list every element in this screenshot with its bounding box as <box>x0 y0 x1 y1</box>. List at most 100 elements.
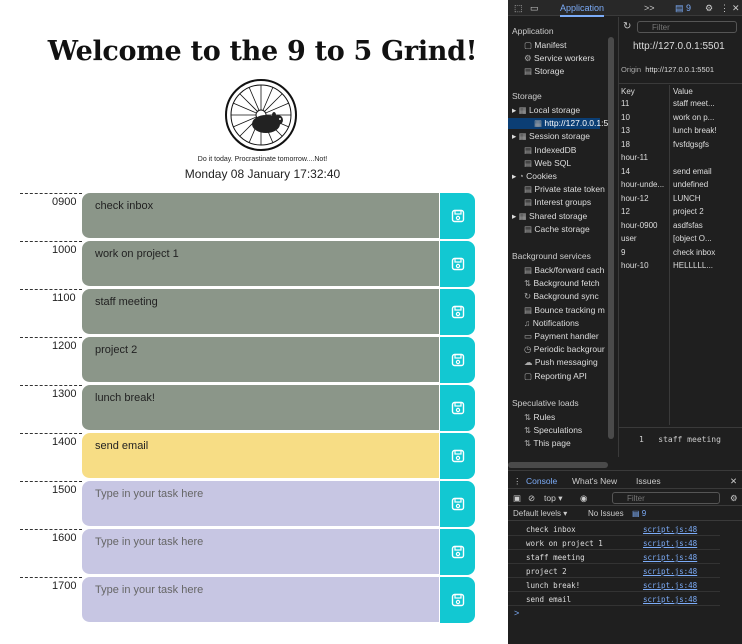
sidebar-item-cache-storage[interactable]: ▤ Cache storage <box>524 224 590 235</box>
save-button[interactable] <box>440 481 475 527</box>
settings-gear-icon[interactable]: ⚙ <box>705 3 713 14</box>
live-expression-eye-icon[interactable]: ◉ <box>580 493 587 504</box>
task-textarea[interactable]: Type in your task here <box>82 481 439 527</box>
save-button[interactable] <box>440 433 475 479</box>
storage-value-cell[interactable]: staff meet... <box>673 99 741 108</box>
storage-value-cell[interactable]: fvsfdgsgfs <box>673 140 741 149</box>
storage-key-cell[interactable]: 11 <box>621 99 667 108</box>
sidebar-item-bounce-tracking[interactable]: ▤ Bounce tracking m <box>524 305 605 316</box>
storage-key-cell[interactable]: hour-12 <box>621 194 667 203</box>
storage-key-cell[interactable]: hour-11 <box>621 153 667 162</box>
sidebar-item-cookies[interactable]: ▸ ◔ Cookies <box>512 171 557 182</box>
storage-value-cell[interactable]: HELLLLL... <box>673 261 741 270</box>
sidebar-item-web-sql[interactable]: ▤ Web SQL <box>524 158 571 169</box>
sidebar-item-background-sync[interactable]: ↻ Background sync <box>524 291 599 302</box>
storage-key-cell[interactable]: user <box>621 234 667 243</box>
task-textarea[interactable]: staff meeting <box>82 289 439 335</box>
refresh-icon[interactable]: ↻ <box>623 21 631 32</box>
log-source-link[interactable]: script.js:48 <box>643 567 697 576</box>
tab-whats-new[interactable]: What's New <box>572 476 617 486</box>
sidebar-item-session-storage[interactable]: ▸ ▦ Session storage <box>512 131 590 142</box>
sidebar-item-private-state-tokens[interactable]: ▤ Private state token <box>524 184 605 195</box>
storage-value-cell[interactable]: lunch break! <box>673 126 741 135</box>
storage-key-cell[interactable]: hour-0900 <box>621 221 667 230</box>
sidebar-item-interest-groups[interactable]: ▤ Interest groups <box>524 197 591 208</box>
close-drawer-icon[interactable]: ✕ <box>730 476 737 487</box>
log-source-link[interactable]: script.js:48 <box>643 581 697 590</box>
task-textarea[interactable]: Type in your task here <box>82 529 439 575</box>
storage-value-cell[interactable]: undefined <box>673 180 741 189</box>
tab-issues[interactable]: Issues <box>636 476 661 486</box>
clear-console-icon[interactable]: ⊘ <box>528 493 535 504</box>
key-column-header[interactable]: Key <box>621 87 635 96</box>
sidebar-item-background-fetch[interactable]: ⇅ Background fetch <box>524 278 600 289</box>
storage-key-cell[interactable]: 14 <box>621 167 667 176</box>
sidebar-item-notifications[interactable]: ♫ Notifications <box>524 318 579 328</box>
expand-arrow-icon[interactable]: ▸ <box>512 131 519 141</box>
task-textarea[interactable]: lunch break! <box>82 385 439 431</box>
task-textarea[interactable]: Type in your task here <box>82 577 439 623</box>
sidebar-item-speculations[interactable]: ⇅ Speculations <box>524 425 582 436</box>
save-button[interactable] <box>440 577 475 623</box>
save-button[interactable] <box>440 529 475 575</box>
sidebar-item-this-page[interactable]: ⇅ This page <box>524 438 571 449</box>
sidebar-item-payment-handler[interactable]: ▭ Payment handler <box>524 331 599 342</box>
sidebar-toggle-icon[interactable]: ▣ <box>513 493 521 504</box>
close-devtools-icon[interactable]: ✕ <box>732 3 740 14</box>
horizontal-scrollbar[interactable] <box>508 462 608 468</box>
tab-application[interactable]: Application <box>560 3 605 17</box>
sidebar-item-back-forward-cache[interactable]: ▤ Back/forward cach <box>524 265 604 276</box>
drawer-menu-icon[interactable]: ⋮ <box>513 476 522 487</box>
sidebar-item-storage[interactable]: ▤ Storage <box>524 66 564 77</box>
log-source-link[interactable]: script.js:48 <box>643 539 697 548</box>
save-button[interactable] <box>440 337 475 383</box>
sidebar-item-service-workers[interactable]: ⚙ Service workers <box>524 53 594 64</box>
value-column-header[interactable]: Value <box>673 87 693 96</box>
sidebar-item-manifest[interactable]: ▢ Manifest <box>524 40 567 51</box>
storage-key-cell[interactable]: 13 <box>621 126 667 135</box>
sidebar-item-periodic-background-sync[interactable]: ◷ Periodic backgrour <box>524 344 605 355</box>
storage-key-cell[interactable]: 12 <box>621 207 667 216</box>
sidebar-item-local-storage[interactable]: ▸ ▦ Local storage <box>512 105 580 116</box>
log-source-link[interactable]: script.js:48 <box>643 553 697 562</box>
more-tabs-button[interactable]: >> <box>644 3 655 13</box>
save-button[interactable] <box>440 289 475 335</box>
sidebar-scrollbar[interactable] <box>608 37 614 439</box>
storage-value-cell[interactable]: check inbox <box>673 248 741 257</box>
storage-key-cell[interactable]: hour-unde... <box>621 180 667 189</box>
expand-arrow-icon[interactable]: ▸ <box>512 171 519 181</box>
storage-key-cell[interactable]: hour-10 <box>621 261 667 270</box>
sidebar-item-reporting-api[interactable]: ▢ Reporting API <box>524 371 587 382</box>
expand-arrow-icon[interactable]: ▸ <box>512 105 519 115</box>
storage-key-cell[interactable]: 10 <box>621 113 667 122</box>
log-source-link[interactable]: script.js:48 <box>643 595 697 604</box>
task-textarea[interactable]: work on project 1 <box>82 241 439 287</box>
log-source-link[interactable]: script.js:48 <box>643 525 697 534</box>
save-button[interactable] <box>440 193 475 239</box>
console-filter-input[interactable]: Filter <box>612 492 720 504</box>
storage-value-cell[interactable]: work on p... <box>673 113 741 122</box>
save-button[interactable] <box>440 241 475 287</box>
default-levels-dropdown[interactable]: Default levels ▾ <box>513 509 567 518</box>
storage-value-cell[interactable]: asdfsfas <box>673 221 741 230</box>
task-textarea[interactable]: project 2 <box>82 337 439 383</box>
console-prompt[interactable]: > <box>514 608 519 618</box>
task-textarea[interactable]: check inbox <box>82 193 439 239</box>
task-textarea[interactable]: send email <box>82 433 439 479</box>
no-issues-label[interactable]: No Issues <box>588 509 624 518</box>
sidebar-item-shared-storage[interactable]: ▸ ▦ Shared storage <box>512 211 587 222</box>
sidebar-item-indexeddb[interactable]: ▤ IndexedDB <box>524 145 576 156</box>
storage-key-cell[interactable]: 9 <box>621 248 667 257</box>
sidebar-item-rules[interactable]: ⇅ Rules <box>524 412 555 423</box>
save-button[interactable] <box>440 385 475 431</box>
console-settings-icon[interactable]: ⚙ <box>730 493 738 504</box>
issues-badge[interactable]: ▤ 9 <box>675 3 691 14</box>
storage-filter-input[interactable]: Filter <box>637 21 737 33</box>
more-options-icon[interactable]: ⋮ <box>720 3 729 14</box>
storage-value-cell[interactable]: [object O... <box>673 234 741 243</box>
device-toolbar-icon[interactable]: ▭ <box>530 3 539 14</box>
sidebar-item-local-storage-origin[interactable]: ▦ http://127.0.0.1:5 <box>508 118 608 130</box>
expand-arrow-icon[interactable]: ▸ <box>512 211 519 221</box>
sidebar-item-push-messaging[interactable]: ☁ Push messaging <box>524 357 598 368</box>
storage-value-cell[interactable]: LUNCH <box>673 194 741 203</box>
